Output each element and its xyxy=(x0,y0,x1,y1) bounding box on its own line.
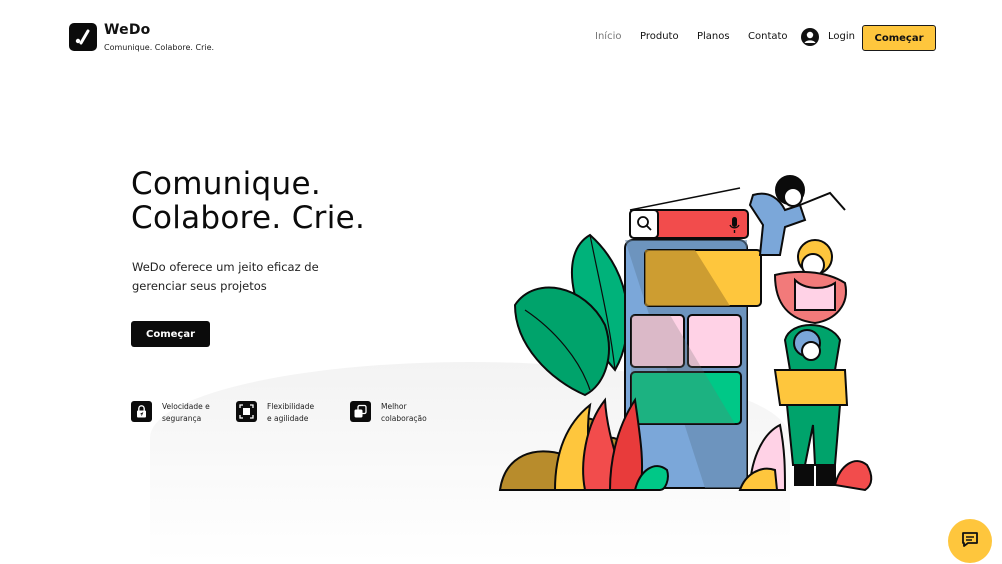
nav-item-planos[interactable]: Planos xyxy=(697,31,730,42)
header-start-button[interactable]: Começar xyxy=(862,25,936,51)
leaf-left xyxy=(513,233,629,397)
hero-illustration xyxy=(495,165,885,500)
feature-label-line-1: Velocidade e xyxy=(162,402,210,411)
feature-label-line-2: colaboração xyxy=(381,414,427,423)
chat-button[interactable] xyxy=(948,519,992,563)
logo-icon[interactable] xyxy=(69,23,97,51)
feature-flexibility: Flexibilidade e agilidade xyxy=(236,401,336,427)
hero-title-line-1: Comunique. xyxy=(131,166,321,202)
brand-tagline: Comunique. Colabore. Crie. xyxy=(104,43,215,52)
hero-subtitle: WeDo oferece um jeito eficaz de gerencia… xyxy=(132,260,319,293)
nav-item-inicio[interactable]: Início xyxy=(595,31,621,42)
nav-item-contato[interactable]: Contato xyxy=(748,31,788,42)
person-middle xyxy=(773,239,847,325)
hero-title: Comunique. Colabore. Crie. xyxy=(131,167,365,235)
copy-icon xyxy=(350,401,371,422)
feature-speed-security: Velocidade e segurança xyxy=(131,401,231,427)
feature-label-line-1: Flexibilidade xyxy=(267,402,315,411)
user-icon[interactable] xyxy=(801,28,819,46)
nav-item-produto[interactable]: Produto xyxy=(640,31,679,42)
hero-start-button[interactable]: Começar xyxy=(131,321,210,347)
lock-icon xyxy=(131,401,152,422)
chat-icon xyxy=(960,529,980,553)
feature-label-line-2: e agilidade xyxy=(267,414,309,423)
search-bar-graphic xyxy=(629,187,749,239)
person-bottom xyxy=(773,324,849,486)
feature-label-line-1: Melhor xyxy=(381,402,407,411)
feature-label-line-2: segurança xyxy=(162,414,202,423)
phone-screen xyxy=(624,239,762,489)
feature-collaboration: Melhor colaboração xyxy=(350,401,450,427)
site-header: WeDo Comunique. Colabore. Crie. Início P… xyxy=(0,0,1002,76)
brand-name[interactable]: WeDo xyxy=(104,22,150,38)
person-top xyxy=(748,175,846,256)
expand-icon xyxy=(236,401,257,422)
login-link[interactable]: Login xyxy=(828,31,855,42)
hero-title-line-2: Colabore. Crie. xyxy=(131,200,366,236)
